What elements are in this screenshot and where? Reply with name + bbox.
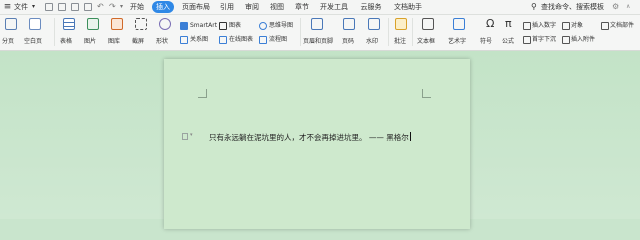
page-break-icon	[5, 18, 17, 30]
page-number-icon	[343, 18, 355, 30]
menu-bar: ≡ 文件 ▾ ↶ ↷ ▾ 开始 插入 页面布局 引用 审阅 视图 章节 开发工具…	[0, 0, 640, 15]
tab-view[interactable]: 视图	[268, 1, 286, 13]
drop-cap-button[interactable]: 首字下沉	[532, 35, 556, 44]
document-text-line[interactable]: 只有永远躺在泥坑里的人，才不会再掉进坑里。 —— 黑格尔	[209, 132, 411, 143]
screenshot-icon	[135, 18, 147, 30]
wordart-icon	[453, 18, 465, 30]
blank-page-button[interactable]: 空白页	[24, 37, 42, 46]
header-footer-icon	[311, 18, 323, 30]
insert-number-icon	[523, 22, 531, 30]
gallery-button[interactable]: 图库	[108, 37, 120, 46]
smartart-button[interactable]: SmartArt	[190, 21, 217, 30]
tab-chapter[interactable]: 章节	[293, 1, 311, 13]
shape-icon	[159, 18, 171, 30]
command-search[interactable]: 查找命令、搜索模板	[541, 1, 604, 13]
online-chart-button[interactable]: 在线图表	[229, 35, 253, 44]
ribbon-separator	[54, 18, 55, 46]
margin-corner-top-left	[198, 89, 207, 98]
save-icon[interactable]	[58, 3, 66, 11]
header-footer-button[interactable]: 页眉和页脚	[303, 37, 333, 46]
tab-developer[interactable]: 开发工具	[318, 1, 350, 13]
search-icon[interactable]: ⚲	[531, 1, 537, 13]
attachment-button[interactable]: 插入附件	[571, 35, 595, 44]
redo-icon[interactable]: ↷	[109, 1, 116, 13]
symbol-button[interactable]: 符号	[480, 37, 492, 46]
flowchart-button[interactable]: 流程图	[269, 35, 287, 44]
textbox-icon	[422, 18, 434, 30]
shape-button[interactable]: 形状	[156, 37, 168, 46]
ribbon-separator	[388, 18, 389, 46]
tab-home[interactable]: 开始	[127, 1, 147, 13]
watermark-icon	[368, 18, 380, 30]
chart-button[interactable]: 图表	[229, 21, 241, 30]
object-icon	[562, 22, 570, 30]
drop-cap-icon	[523, 36, 531, 44]
wordart-button[interactable]: 艺术字	[448, 37, 466, 46]
relation-chart-button[interactable]: 关系图	[190, 35, 208, 44]
watermark-button[interactable]: 水印	[366, 37, 378, 46]
online-chart-icon	[219, 36, 227, 44]
smartart-icon	[180, 22, 188, 30]
collapse-ribbon-icon[interactable]: ∧	[626, 1, 630, 13]
comment-button[interactable]: 批注	[394, 37, 406, 46]
page-number-button[interactable]: 页码	[342, 37, 354, 46]
hamburger-menu-icon[interactable]: ≡	[3, 1, 12, 13]
table-icon	[63, 18, 75, 30]
insert-number-button[interactable]: 插入数字	[532, 21, 556, 30]
table-button[interactable]: 表格	[60, 37, 72, 46]
gallery-icon	[111, 18, 123, 30]
paragraph-layout-dropdown-icon[interactable]: ▾	[190, 132, 193, 138]
print-preview-icon[interactable]	[84, 3, 92, 11]
picture-icon	[87, 18, 99, 30]
ribbon-separator	[412, 18, 413, 46]
tab-insert[interactable]: 插入	[152, 1, 174, 13]
document-text: 只有永远躺在泥坑里的人，才不会再掉进坑里。 —— 黑格尔	[209, 133, 409, 142]
formula-icon: π	[505, 17, 512, 30]
tab-cloud[interactable]: 云服务	[358, 1, 384, 13]
relation-chart-icon	[180, 36, 188, 44]
chart-icon	[219, 22, 227, 30]
tab-references[interactable]: 引用	[218, 1, 236, 13]
mindmap-button[interactable]: 思维导图	[269, 21, 293, 30]
textbox-button[interactable]: 文本框	[417, 37, 435, 46]
object-button[interactable]: 对象	[571, 21, 583, 30]
doc-parts-icon	[601, 22, 609, 30]
text-cursor	[409, 132, 411, 141]
document-page[interactable]: ▾ 只有永远躺在泥坑里的人，才不会再掉进坑里。 —— 黑格尔	[164, 59, 470, 229]
flowchart-icon	[259, 36, 267, 44]
blank-page-icon	[29, 18, 41, 30]
attachment-icon	[562, 36, 570, 44]
paragraph-layout-icon[interactable]	[182, 133, 188, 140]
formula-button[interactable]: 公式	[502, 37, 514, 46]
new-doc-icon[interactable]	[45, 3, 53, 11]
ribbon-separator	[300, 18, 301, 46]
page-break-button[interactable]: 分页	[2, 37, 14, 46]
tab-review[interactable]: 审阅	[243, 1, 261, 13]
picture-button[interactable]: 图片	[84, 37, 96, 46]
comment-icon	[395, 18, 407, 30]
tab-page-layout[interactable]: 页面布局	[180, 1, 212, 13]
doc-parts-button[interactable]: 文档部件	[610, 21, 634, 30]
symbol-icon: Ω	[486, 17, 495, 30]
tab-doc-assistant[interactable]: 文档助手	[392, 1, 424, 13]
file-menu[interactable]: 文件	[14, 1, 28, 13]
mindmap-icon	[259, 22, 267, 30]
margin-corner-top-right	[422, 89, 431, 98]
screenshot-button[interactable]: 截屏	[132, 37, 144, 46]
undo-icon[interactable]: ↶	[97, 1, 104, 13]
print-icon[interactable]	[71, 3, 79, 11]
settings-icon[interactable]: ⚙	[612, 1, 619, 13]
quick-access-dropdown-icon[interactable]: ▾	[120, 1, 123, 13]
file-menu-dropdown-icon[interactable]: ▾	[32, 1, 35, 13]
